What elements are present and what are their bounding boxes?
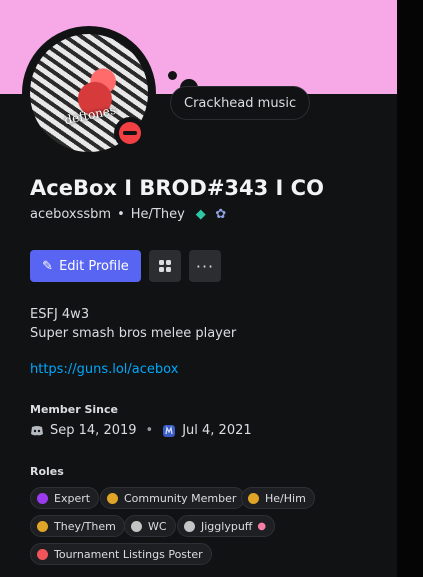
role-color-dot [131, 520, 142, 532]
bio-line-2: Super smash bros melee player [30, 326, 237, 341]
role-color-dot [37, 520, 48, 532]
role-chip[interactable]: WC [124, 515, 176, 537]
bio-link[interactable]: https://guns.lol/acebox [30, 362, 178, 377]
group-button[interactable] [149, 250, 181, 282]
discord-member-date: Sep 14, 2019 [50, 423, 137, 438]
role-label: They/Them [54, 519, 116, 533]
pronouns: He/They [130, 206, 185, 222]
separator: • [117, 206, 125, 222]
role-chip[interactable]: Jigglypuff ● [177, 515, 276, 537]
status-bubble-dot-small [168, 71, 177, 80]
member-since-heading: Member Since [30, 403, 118, 416]
role-label: Community Member [124, 491, 237, 505]
nitro-boost-badge-icon[interactable]: ✿ [213, 206, 229, 222]
role-color-dot [37, 548, 48, 560]
display-name: AceBox I BROD#343 I CO [30, 176, 324, 200]
do-not-disturb-status-icon [119, 122, 141, 144]
role-chip[interactable]: Community Member [100, 487, 246, 509]
role-color-dot [37, 492, 48, 504]
role-label: WC [148, 519, 167, 533]
username[interactable]: aceboxssbm [30, 207, 111, 222]
role-color-dot [248, 492, 259, 504]
server-member-date: Jul 4, 2021 [182, 423, 252, 438]
roles-heading: Roles [30, 465, 64, 478]
role-color-dot [107, 492, 118, 504]
role-label: Expert [54, 491, 91, 505]
avatar-text: deftones [63, 102, 118, 128]
server-icon [162, 424, 176, 438]
profile-panel: deftones Crackhead music AceBox I BROD#3… [0, 0, 397, 577]
edit-profile-button[interactable]: ✎ Edit Profile [30, 250, 141, 282]
role-chip[interactable]: Expert [30, 487, 100, 509]
more-icon: ··· [195, 256, 215, 276]
custom-status-text: Crackhead music [184, 95, 297, 111]
pencil-icon: ✎ [42, 258, 54, 274]
hypesquad-badge-icon[interactable]: ◆ [193, 206, 209, 222]
discord-icon [30, 424, 44, 438]
username-line: aceboxssbm • He/They ◆ ✿ [30, 206, 229, 222]
role-label: He/Him [265, 491, 306, 505]
group-icon [159, 260, 171, 272]
bio-line-1: ESFJ 4w3 [30, 307, 90, 322]
separator: • [145, 423, 154, 438]
jigglypuff-icon: ● [257, 520, 267, 532]
role-chip[interactable]: Tournament Listings Poster [30, 543, 212, 565]
role-chip[interactable]: They/Them [30, 515, 125, 537]
role-label: Tournament Listings Poster [54, 547, 203, 561]
role-color-dot [184, 520, 195, 532]
more-options-button[interactable]: ··· [189, 250, 221, 282]
role-chip[interactable]: He/Him [241, 487, 315, 509]
custom-status-bubble[interactable]: Crackhead music [170, 86, 311, 120]
role-label: Jigglypuff [201, 519, 253, 533]
edit-profile-label: Edit Profile [59, 258, 129, 274]
member-since-row: Sep 14, 2019 • Jul 4, 2021 [30, 423, 252, 438]
window-edge [397, 0, 423, 577]
